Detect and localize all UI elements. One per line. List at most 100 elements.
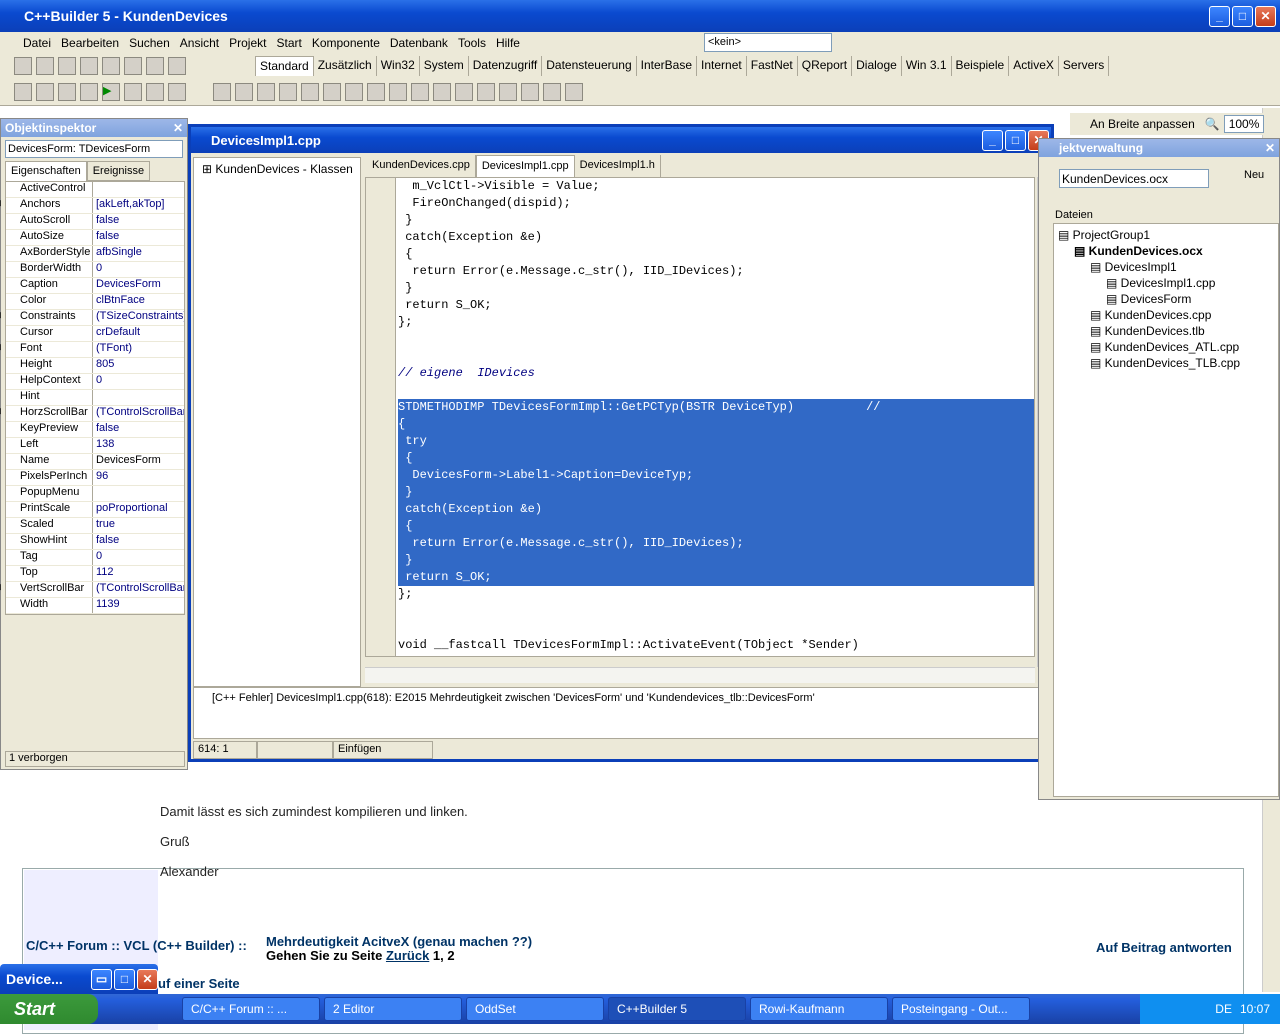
palette-tab-1[interactable]: Zusätzlich bbox=[314, 56, 377, 76]
property-value[interactable] bbox=[93, 182, 184, 197]
taskbar-button[interactable]: C/C++ Forum :: ... bbox=[182, 997, 320, 1021]
zoom-select[interactable]: 100% bbox=[1223, 115, 1265, 133]
property-value[interactable]: false bbox=[93, 214, 184, 229]
palette-tab-10[interactable]: Dialoge bbox=[852, 56, 902, 76]
property-row[interactable]: ⊞ HorzScrollBar(TControlScrollBar) bbox=[0, 406, 184, 422]
actionlist-icon[interactable] bbox=[565, 83, 584, 101]
minimized-window[interactable]: Device... ▭ □ ✕ bbox=[0, 964, 158, 994]
palette-tab-3[interactable]: System bbox=[420, 56, 469, 76]
groupbox-icon[interactable] bbox=[499, 83, 518, 101]
view-form-icon[interactable] bbox=[36, 83, 54, 101]
property-row[interactable]: ActiveControl bbox=[6, 182, 184, 198]
property-row[interactable]: HelpContext 0 bbox=[6, 374, 184, 390]
new-form-icon[interactable] bbox=[80, 83, 98, 101]
property-row[interactable]: Color clBtnFace bbox=[6, 294, 184, 310]
project-tree-item[interactable]: ▤ DevicesForm bbox=[1106, 292, 1191, 306]
button-icon[interactable] bbox=[367, 83, 386, 101]
fit-width-button[interactable]: An Breite anpassen bbox=[1090, 117, 1195, 131]
property-value[interactable]: false bbox=[93, 422, 184, 437]
view-unit-icon[interactable] bbox=[14, 83, 32, 101]
open-project-icon[interactable] bbox=[102, 57, 120, 75]
maximize-button[interactable]: □ bbox=[1232, 5, 1253, 27]
forum-breadcrumb[interactable]: C/C++ Forum :: VCL (C++ Builder) :: bbox=[26, 938, 247, 953]
property-value[interactable]: 0 bbox=[93, 374, 184, 389]
tab-properties[interactable]: Eigenschaften bbox=[5, 161, 87, 181]
property-row[interactable]: Height 805 bbox=[6, 358, 184, 374]
new-icon[interactable] bbox=[14, 57, 32, 75]
maximize-button[interactable]: □ bbox=[114, 968, 135, 990]
property-value[interactable]: 96 bbox=[93, 470, 184, 485]
taskbar-button[interactable]: OddSet bbox=[466, 997, 604, 1021]
radiogroup-icon[interactable] bbox=[521, 83, 540, 101]
property-row[interactable]: PopupMenu bbox=[6, 486, 184, 502]
open-icon[interactable] bbox=[36, 57, 54, 75]
pointer-icon[interactable] bbox=[213, 83, 232, 101]
property-row[interactable]: Top 112 bbox=[6, 566, 184, 582]
memo-icon[interactable] bbox=[345, 83, 364, 101]
reply-link[interactable]: Auf Beitrag antworten bbox=[1096, 940, 1232, 955]
listbox-icon[interactable] bbox=[433, 83, 452, 101]
project-tree-item[interactable]: ▤ KundenDevices_TLB.cpp bbox=[1090, 356, 1240, 370]
menu-item-7[interactable]: Datenbank bbox=[390, 36, 448, 50]
checkbox-icon[interactable] bbox=[389, 83, 408, 101]
menu-item-5[interactable]: Start bbox=[276, 36, 301, 50]
editor-hscrollbar[interactable] bbox=[365, 667, 1035, 683]
palette-tab-14[interactable]: Servers bbox=[1059, 56, 1110, 76]
property-value[interactable]: false bbox=[93, 230, 184, 245]
step-over-icon[interactable] bbox=[168, 83, 186, 101]
property-row[interactable]: BorderWidth 0 bbox=[6, 262, 184, 278]
menu-item-8[interactable]: Tools bbox=[458, 36, 486, 50]
property-value[interactable] bbox=[93, 486, 184, 501]
save-all-icon[interactable] bbox=[80, 57, 98, 75]
property-row[interactable]: PrintScale poProportional bbox=[6, 502, 184, 518]
project-selector[interactable]: KundenDevices.ocx bbox=[1059, 169, 1209, 188]
property-value[interactable]: (TFont) bbox=[93, 342, 184, 357]
toggle-icon[interactable] bbox=[58, 83, 76, 101]
project-tree-item[interactable]: ▤ KundenDevices_ATL.cpp bbox=[1090, 340, 1239, 354]
frame-icon[interactable] bbox=[235, 83, 254, 101]
palette-tab-13[interactable]: ActiveX bbox=[1009, 56, 1059, 76]
pause-icon[interactable] bbox=[124, 83, 142, 101]
property-value[interactable]: afbSingle bbox=[93, 246, 184, 261]
start-button[interactable]: Start bbox=[0, 994, 98, 1024]
property-value[interactable]: 1139 bbox=[93, 598, 184, 613]
project-tree-item[interactable]: ▤ KundenDevices.ocx bbox=[1074, 244, 1203, 258]
property-row[interactable]: AutoScroll false bbox=[6, 214, 184, 230]
restore-button[interactable]: ▭ bbox=[91, 968, 112, 990]
mainmenu-icon[interactable] bbox=[257, 83, 276, 101]
close-icon[interactable]: ✕ bbox=[173, 121, 183, 135]
editor-tab[interactable]: DevicesImpl1.cpp bbox=[475, 155, 575, 177]
taskbar-button[interactable]: Posteingang - Out... bbox=[892, 997, 1030, 1021]
property-row[interactable]: ⊞ Anchors[akLeft,akTop] bbox=[0, 198, 184, 214]
property-value[interactable]: 138 bbox=[93, 438, 184, 453]
new-button[interactable]: Neu bbox=[1244, 169, 1264, 181]
language-indicator[interactable]: DE bbox=[1215, 1002, 1232, 1016]
property-row[interactable]: AxBorderStyle afbSingle bbox=[6, 246, 184, 262]
expand-icon[interactable]: ⊞ bbox=[0, 310, 2, 321]
property-row[interactable]: Caption DevicesForm bbox=[6, 278, 184, 294]
editor-tab[interactable]: KundenDevices.cpp bbox=[367, 155, 476, 177]
menu-item-2[interactable]: Suchen bbox=[129, 36, 170, 50]
property-row[interactable]: ⊞ Constraints(TSizeConstraints) bbox=[0, 310, 184, 326]
palette-tab-8[interactable]: FastNet bbox=[747, 56, 798, 76]
property-value[interactable]: 0 bbox=[93, 262, 184, 277]
help-icon[interactable] bbox=[168, 57, 186, 75]
save-icon[interactable] bbox=[58, 57, 76, 75]
project-tree-item[interactable]: ▤ DevicesImpl1 bbox=[1090, 260, 1177, 274]
editor-tab[interactable]: DevicesImpl1.h bbox=[575, 155, 661, 177]
close-button[interactable]: ✕ bbox=[137, 968, 158, 990]
tab-events[interactable]: Ereignisse bbox=[86, 161, 151, 181]
menu-item-9[interactable]: Hilfe bbox=[496, 36, 520, 50]
palette-tab-7[interactable]: Internet bbox=[697, 56, 747, 76]
object-selector[interactable]: DevicesForm: TDevicesForm bbox=[5, 140, 183, 158]
palette-tab-5[interactable]: Datensteuerung bbox=[542, 56, 637, 76]
property-value[interactable]: 112 bbox=[93, 566, 184, 581]
property-value[interactable]: 0 bbox=[93, 550, 184, 565]
trace-into-icon[interactable] bbox=[146, 83, 164, 101]
property-value[interactable]: clBtnFace bbox=[93, 294, 184, 309]
edit-icon[interactable] bbox=[323, 83, 342, 101]
page-links[interactable]: 1, 2 bbox=[433, 948, 455, 963]
scrollbar-icon[interactable] bbox=[477, 83, 496, 101]
menu-item-4[interactable]: Projekt bbox=[229, 36, 266, 50]
popupmenu-icon[interactable] bbox=[279, 83, 298, 101]
